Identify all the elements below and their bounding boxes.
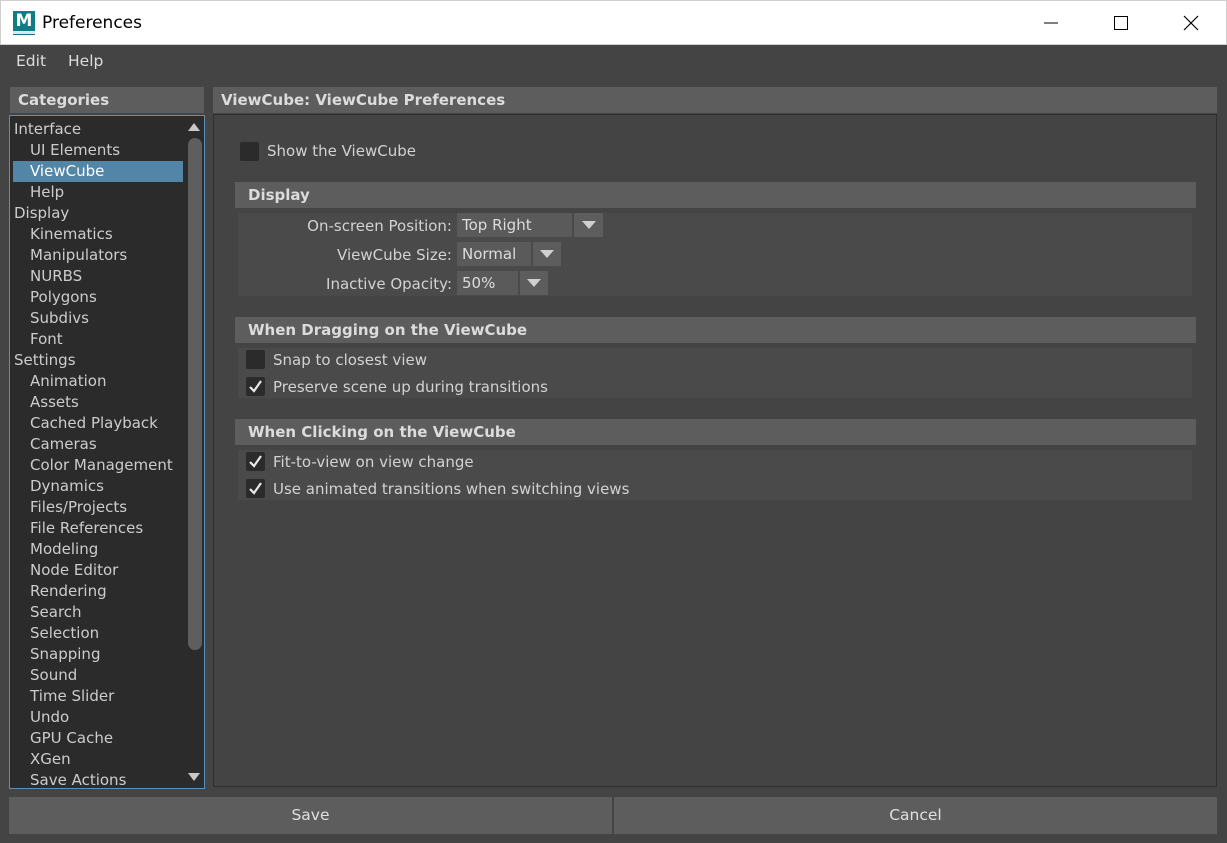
- inactive-opacity-dropdown[interactable]: 50%: [457, 271, 548, 295]
- category-item[interactable]: Undo: [13, 707, 183, 728]
- scroll-up-arrow-icon[interactable]: [186, 120, 202, 134]
- preserve-scene-up-label: Preserve scene up during transitions: [273, 378, 548, 396]
- category-item[interactable]: GPU Cache: [13, 728, 183, 749]
- maximize-button[interactable]: [1098, 1, 1144, 45]
- category-item[interactable]: Interface: [13, 119, 183, 140]
- category-item[interactable]: Subdivs: [13, 308, 183, 329]
- menu-edit[interactable]: Edit: [16, 52, 46, 70]
- menu-bar: Edit Help: [0, 45, 1227, 78]
- close-button[interactable]: [1168, 1, 1214, 45]
- preserve-scene-up-checkbox[interactable]: [246, 377, 265, 396]
- chevron-down-icon: [531, 242, 561, 266]
- display-section-header[interactable]: Display: [235, 182, 1196, 208]
- maya-app-icon: M: [13, 11, 35, 35]
- viewcube-size-label: ViewCube Size:: [337, 246, 452, 264]
- category-item[interactable]: Assets: [13, 392, 183, 413]
- categories-list[interactable]: Interface UI Elements ViewCube Help Display K…: [9, 115, 205, 789]
- category-item[interactable]: UI Elements: [13, 140, 183, 161]
- pane-title: ViewCube: ViewCube Preferences: [213, 87, 1217, 113]
- category-item[interactable]: Color Management: [13, 455, 183, 476]
- save-button[interactable]: Save: [9, 797, 612, 834]
- category-item[interactable]: Selection: [13, 623, 183, 644]
- close-icon: [1183, 15, 1199, 31]
- animated-transitions-checkbox[interactable]: [246, 479, 265, 498]
- menu-help[interactable]: Help: [68, 52, 103, 70]
- maximize-icon: [1114, 16, 1128, 30]
- category-item[interactable]: Sound: [13, 665, 183, 686]
- show-viewcube-label: Show the ViewCube: [267, 142, 416, 160]
- inactive-opacity-value: 50%: [457, 271, 518, 295]
- category-item[interactable]: ViewCube: [13, 161, 183, 182]
- snap-closest-view-label: Snap to closest view: [273, 351, 427, 369]
- category-item[interactable]: Polygons: [13, 287, 183, 308]
- category-item[interactable]: Search: [13, 602, 183, 623]
- category-item[interactable]: Modeling: [13, 539, 183, 560]
- category-item[interactable]: File References: [13, 518, 183, 539]
- onscreen-position-dropdown[interactable]: Top Right: [457, 213, 603, 237]
- categories-header: Categories: [10, 87, 204, 113]
- chevron-down-icon: [572, 213, 603, 237]
- category-item[interactable]: Settings: [13, 350, 183, 371]
- fit-to-view-checkbox[interactable]: [246, 452, 265, 471]
- category-item[interactable]: Time Slider: [13, 686, 183, 707]
- viewcube-size-dropdown[interactable]: Normal: [457, 242, 561, 266]
- inactive-opacity-label: Inactive Opacity:: [326, 275, 452, 293]
- scroll-down-arrow-icon[interactable]: [186, 770, 202, 784]
- category-item[interactable]: Rendering: [13, 581, 183, 602]
- animated-transitions-label: Use animated transitions when switching …: [273, 480, 630, 498]
- minimize-icon: [1044, 22, 1058, 24]
- category-item[interactable]: Cached Playback: [13, 413, 183, 434]
- category-item[interactable]: Manipulators: [13, 245, 183, 266]
- onscreen-position-label: On-screen Position:: [307, 217, 452, 235]
- scrollbar-thumb[interactable]: [188, 138, 202, 650]
- category-item[interactable]: Font: [13, 329, 183, 350]
- viewcube-size-value: Normal: [457, 242, 531, 266]
- onscreen-position-value: Top Right: [457, 213, 572, 237]
- show-viewcube-checkbox[interactable]: [240, 142, 259, 161]
- category-item[interactable]: Help: [13, 182, 183, 203]
- dragging-section-header[interactable]: When Dragging on the ViewCube: [235, 317, 1196, 343]
- category-item[interactable]: XGen: [13, 749, 183, 770]
- window-title: Preferences: [42, 13, 142, 33]
- minimize-button[interactable]: [1028, 1, 1074, 45]
- checkmark-icon: [249, 455, 262, 468]
- chevron-down-icon: [518, 271, 548, 295]
- category-item[interactable]: Save Actions: [13, 770, 183, 788]
- category-item[interactable]: Display: [13, 203, 183, 224]
- fit-to-view-label: Fit-to-view on view change: [273, 453, 474, 471]
- category-item[interactable]: Snapping: [13, 644, 183, 665]
- app-icon-letter: M: [15, 11, 33, 31]
- categories-scrollbar[interactable]: [186, 118, 202, 786]
- category-item[interactable]: NURBS: [13, 266, 183, 287]
- cancel-button[interactable]: Cancel: [614, 797, 1217, 834]
- category-item[interactable]: Dynamics: [13, 476, 183, 497]
- checkmark-icon: [249, 482, 262, 495]
- category-item[interactable]: Cameras: [13, 434, 183, 455]
- checkmark-icon: [249, 380, 262, 393]
- category-item[interactable]: Node Editor: [13, 560, 183, 581]
- clicking-section-header[interactable]: When Clicking on the ViewCube: [235, 419, 1196, 445]
- category-item[interactable]: Files/Projects: [13, 497, 183, 518]
- snap-closest-view-checkbox[interactable]: [246, 350, 265, 369]
- category-item[interactable]: Kinematics: [13, 224, 183, 245]
- title-bar: M Preferences: [0, 0, 1227, 45]
- category-item[interactable]: Animation: [13, 371, 183, 392]
